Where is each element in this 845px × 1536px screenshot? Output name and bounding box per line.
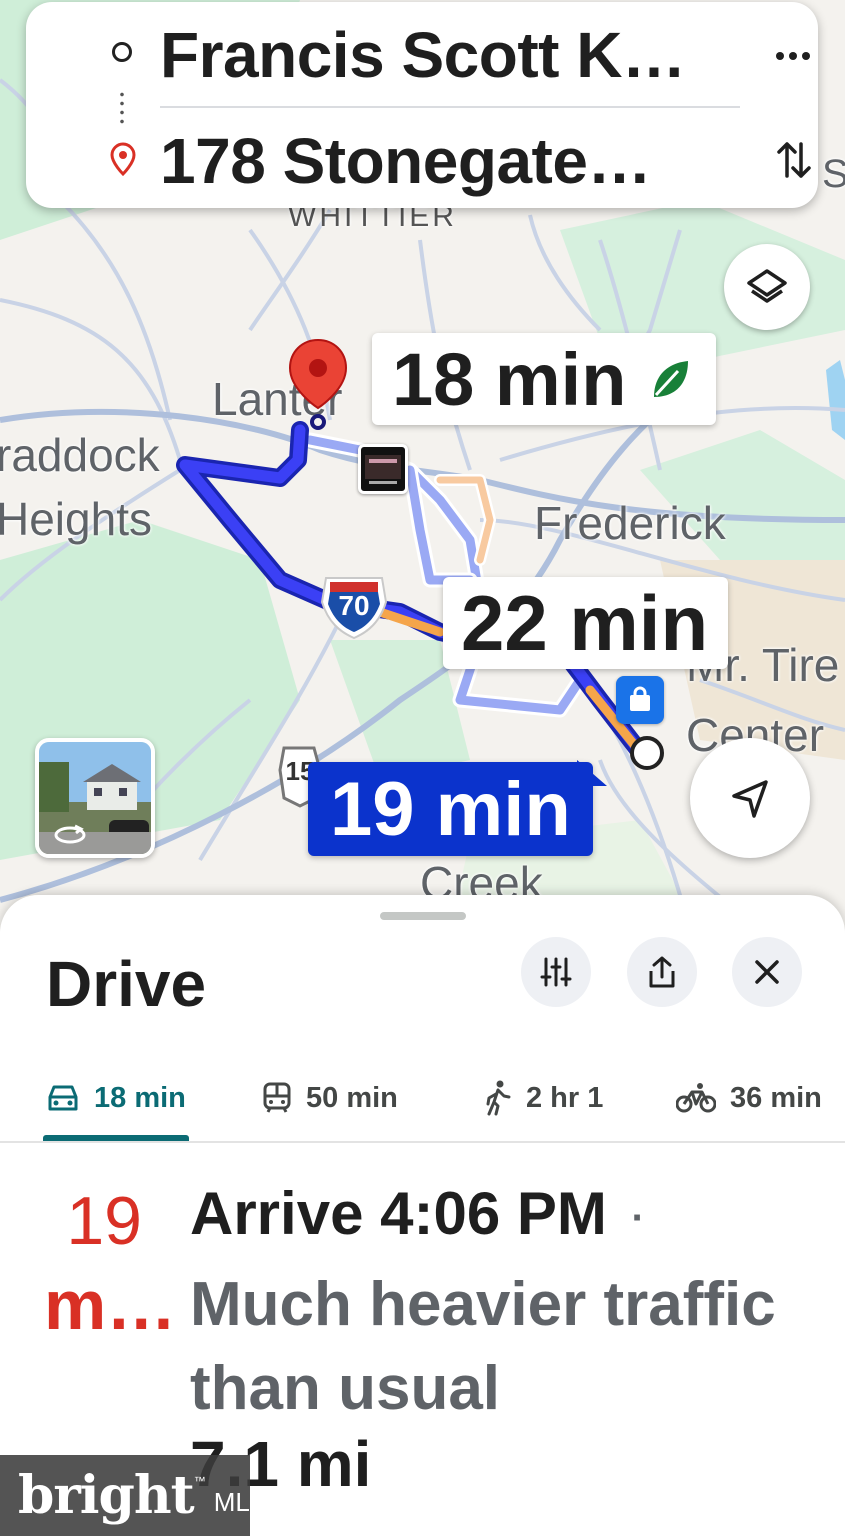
layers-button[interactable] bbox=[724, 244, 810, 330]
sheet-title: Drive bbox=[46, 948, 207, 1020]
map-label-braddock: raddock bbox=[0, 429, 160, 481]
route-time-best: 18 min bbox=[392, 337, 627, 421]
map-label-heights: Heights bbox=[0, 493, 152, 545]
bright-mls-watermark: bright ™ MLS bbox=[0, 1455, 267, 1536]
tab-walk[interactable]: 2 hr 1 bbox=[484, 1055, 603, 1141]
route-time-bubble-alt[interactable]: 22 min bbox=[443, 577, 729, 669]
map-label-frederick: Frederick bbox=[534, 497, 726, 549]
eco-leaf-icon bbox=[654, 361, 689, 397]
route-time-bubble-selected[interactable]: 19 min bbox=[308, 760, 607, 856]
route-duration[interactable]: 19 m… bbox=[44, 1175, 177, 1351]
bubble-tail bbox=[576, 760, 607, 786]
origin-map-marker[interactable] bbox=[630, 736, 664, 770]
sheet-drag-handle[interactable] bbox=[380, 912, 466, 920]
tab-bike-label: 36 min bbox=[730, 1081, 822, 1114]
travel-mode-tabs: 18 min 50 min 2 hr 1 36 min bbox=[0, 1055, 845, 1143]
separator-dot: · bbox=[631, 1195, 645, 1240]
origin-field[interactable]: Francis Scott K… bbox=[160, 18, 686, 92]
route-time-selected: 19 min bbox=[330, 766, 571, 852]
tab-bike[interactable]: 36 min bbox=[676, 1055, 822, 1141]
route-options-button[interactable] bbox=[521, 937, 591, 1007]
arrival-time-text: Arrive 4:06 PM bbox=[190, 1180, 607, 1247]
route-duration-number: 19 bbox=[66, 1183, 142, 1259]
arrival-time[interactable]: Arrive 4:06 PM · bbox=[190, 1179, 645, 1248]
shopping-bag-icon[interactable] bbox=[616, 676, 664, 724]
more-options-button[interactable] bbox=[766, 36, 820, 76]
directions-search-card: Francis Scott K… 178 Stonegate… bbox=[26, 2, 818, 208]
swap-directions-button[interactable] bbox=[770, 132, 818, 188]
watermark-tm: ™ bbox=[193, 1473, 206, 1488]
route-time-bubble-best[interactable]: 18 min bbox=[372, 333, 717, 425]
more-horiz-icon bbox=[776, 52, 810, 60]
street-view-thumbnail[interactable] bbox=[35, 738, 155, 858]
share-button[interactable] bbox=[627, 937, 697, 1007]
swap-vert-icon bbox=[777, 142, 811, 178]
destination-pin-icon bbox=[110, 142, 136, 176]
tab-drive[interactable]: 18 min bbox=[46, 1055, 186, 1141]
traffic-status: Much heavier traffic than usual bbox=[190, 1270, 776, 1423]
destination-field[interactable]: 178 Stonegate… bbox=[160, 124, 651, 198]
business-photo-pin[interactable] bbox=[358, 444, 408, 494]
tab-drive-label: 18 min bbox=[94, 1081, 186, 1114]
directions-bottom-sheet: Drive 18 min 50 min 2 hr 1 36 min 19 m… … bbox=[0, 895, 845, 1536]
interstate-70-label: 70 bbox=[338, 590, 370, 621]
destination-map-pin-icon[interactable] bbox=[288, 338, 348, 430]
map-label-edge: S bbox=[822, 152, 845, 196]
tab-transit-label: 50 min bbox=[306, 1081, 398, 1114]
bike-icon bbox=[676, 1083, 716, 1113]
field-divider bbox=[160, 106, 740, 108]
origin-circle-icon bbox=[112, 42, 132, 62]
walk-icon bbox=[486, 1080, 511, 1116]
layers-icon bbox=[747, 269, 787, 303]
share-icon bbox=[649, 956, 675, 988]
close-icon bbox=[755, 960, 779, 984]
tab-walk-label: 2 hr 1 bbox=[526, 1081, 604, 1114]
my-location-button[interactable] bbox=[690, 738, 810, 858]
active-tab-indicator bbox=[43, 1135, 189, 1141]
navigation-arrow-icon bbox=[732, 780, 768, 818]
rotate-360-icon bbox=[54, 824, 86, 844]
route-duration-unit: m… bbox=[44, 1266, 177, 1344]
transit-icon bbox=[263, 1082, 291, 1113]
route-dots-connector bbox=[120, 90, 124, 126]
close-button[interactable] bbox=[732, 937, 802, 1007]
watermark-mls: MLS bbox=[213, 1487, 268, 1517]
watermark-brand: bright bbox=[18, 1465, 195, 1526]
route-time-alt: 22 min bbox=[461, 578, 709, 667]
tune-icon bbox=[540, 957, 572, 987]
tab-transit[interactable]: 50 min bbox=[262, 1055, 398, 1141]
car-icon bbox=[48, 1085, 78, 1111]
